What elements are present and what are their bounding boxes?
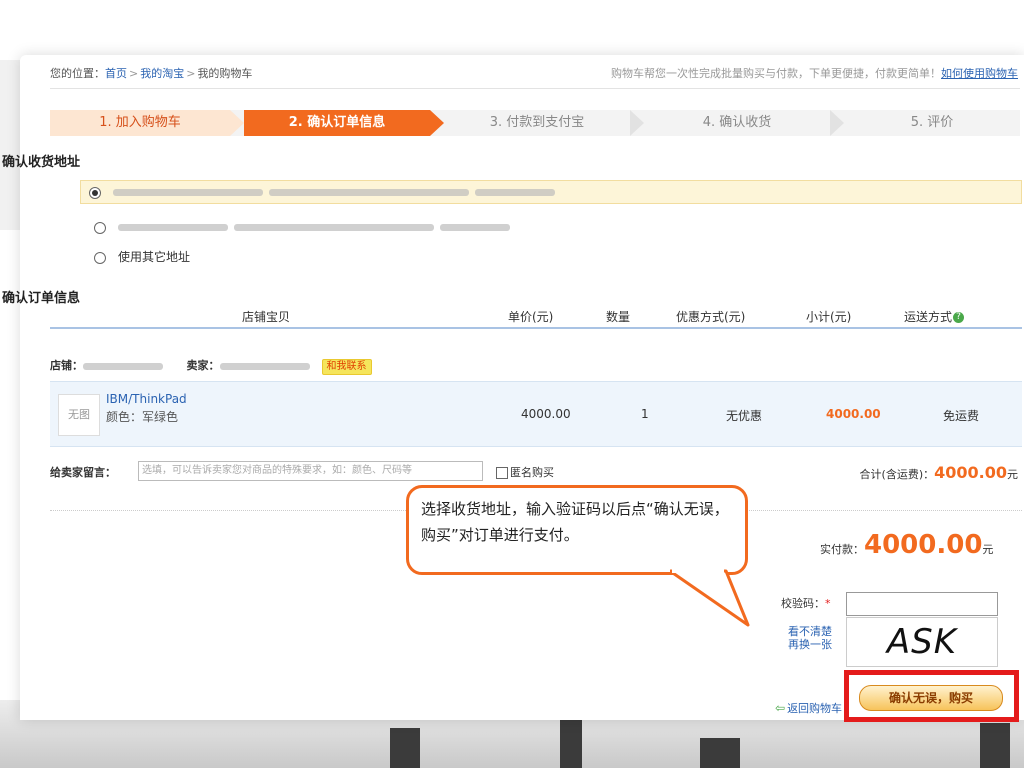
item-thumbnail[interactable]: 无图	[58, 394, 100, 436]
radio-selected-icon[interactable]	[89, 186, 101, 199]
address-section-title: 确认收货地址	[2, 155, 81, 170]
instruction-callout: 选择收货地址，输入验证码以后点“确认无误，购买”对订单进行支付。	[406, 485, 748, 575]
address-option-2[interactable]	[86, 216, 1024, 238]
payment-total: 实付款：4000.00元	[820, 530, 994, 560]
message-label: 给卖家留言：	[50, 466, 116, 479]
breadcrumb-home[interactable]: 首页	[105, 67, 127, 80]
cart-promo: 购物车帮您一次性完成批量购买与付款，下单更便捷，付款更简单！如何使用购物车	[611, 67, 1018, 80]
item-qty: 1	[641, 407, 649, 421]
blurred-address-text	[440, 224, 510, 231]
item-name-link[interactable]: IBM/ThinkPad	[106, 392, 187, 406]
step-confirm-order: 2. 确认订单信息	[244, 110, 430, 136]
captcha-input[interactable]	[846, 592, 998, 616]
blurred-address-text	[113, 189, 263, 196]
item-color: 颜色：军绿色	[106, 410, 179, 424]
address-option-1[interactable]	[80, 180, 1022, 204]
blurred-address-text	[269, 189, 469, 196]
back-to-cart-link[interactable]: ⇦ 返回购物车	[775, 700, 842, 716]
address-option-other[interactable]: 使用其它地址	[86, 246, 1024, 268]
step-arrow	[830, 110, 844, 136]
blurred-address-text	[475, 189, 555, 196]
item-price: 4000.00	[521, 407, 571, 421]
confirm-purchase-button[interactable]: 确认无误，购买	[859, 685, 1003, 711]
breadcrumb: 您的位置：首页 > 我的淘宝 > 我的购物车	[50, 67, 253, 80]
blurred-address-text	[118, 224, 228, 231]
radio-icon[interactable]	[94, 221, 106, 234]
col-item: 店铺宝贝	[242, 310, 291, 324]
breadcrumb-current: 我的购物车	[197, 67, 253, 80]
captcha-image: ASK	[846, 617, 998, 667]
shop-row: 店铺： 卖家： 和我联系	[50, 351, 1022, 381]
table-header-line	[50, 327, 1022, 329]
col-discount: 优惠方式(元)	[676, 310, 746, 324]
callout-pointer	[670, 569, 750, 627]
table-row: 无图 IBM/ThinkPad 颜色：军绿色 4000.00 1 无优惠 400…	[50, 381, 1022, 447]
step-arrow	[630, 110, 644, 136]
item-shipping: 免运费	[943, 409, 980, 423]
captcha-label: 校验码：*	[781, 597, 831, 610]
breadcrumb-my-taobao[interactable]: 我的淘宝	[140, 67, 184, 80]
step-add-to-cart: 1. 加入购物车	[50, 110, 230, 136]
highlight-box: 确认无误，购买	[844, 670, 1019, 722]
step-pay-alipay: 3. 付款到支付宝	[489, 115, 585, 130]
col-shipping: 运送方式?	[904, 308, 965, 325]
how-to-use-cart-link[interactable]: 如何使用购物车	[941, 67, 1018, 80]
background-figure	[980, 723, 1010, 768]
item-discount: 无优惠	[726, 409, 763, 423]
step-confirm-receipt: 4. 确认收货	[702, 115, 772, 130]
background-figure	[390, 728, 420, 768]
seller-message-input[interactable]: 选填，可以告诉卖家您对商品的特殊要求，如：颜色、尺码等	[138, 461, 483, 481]
checkbox-icon[interactable]	[496, 467, 508, 479]
divider	[50, 88, 1020, 89]
order-total: 合计(含运费)：4000.00元	[859, 463, 1018, 482]
step-review: 5. 评价	[910, 115, 954, 130]
refresh-captcha-link[interactable]: 看不清楚 再换一张	[788, 625, 832, 651]
help-icon[interactable]: ?	[953, 312, 965, 323]
col-subtotal: 小计(元)	[806, 310, 852, 324]
item-subtotal: 4000.00	[826, 407, 881, 421]
blurred-address-text	[234, 224, 434, 231]
background-figure	[560, 718, 582, 768]
col-price: 单价(元)	[508, 310, 554, 324]
blurred-seller-name	[219, 362, 310, 370]
blurred-shop-name	[83, 362, 163, 370]
arrow-left-icon: ⇦	[775, 701, 786, 715]
step-arrow	[230, 110, 244, 136]
order-section-title: 确认订单信息	[2, 291, 81, 306]
step-arrow	[430, 110, 444, 136]
background-figure	[700, 738, 740, 768]
cart-page: 您的位置：首页 > 我的淘宝 > 我的购物车 购物车帮您一次性完成批量购买与付款，下单更…	[2, 55, 1024, 722]
contact-seller-button[interactable]: 和我联系	[321, 359, 372, 375]
radio-icon[interactable]	[94, 251, 106, 264]
col-qty: 数量	[606, 310, 631, 324]
progress-steps: 1. 加入购物车 2. 确认订单信息 3. 付款到支付宝 4. 确认收货 5. …	[50, 110, 1020, 136]
